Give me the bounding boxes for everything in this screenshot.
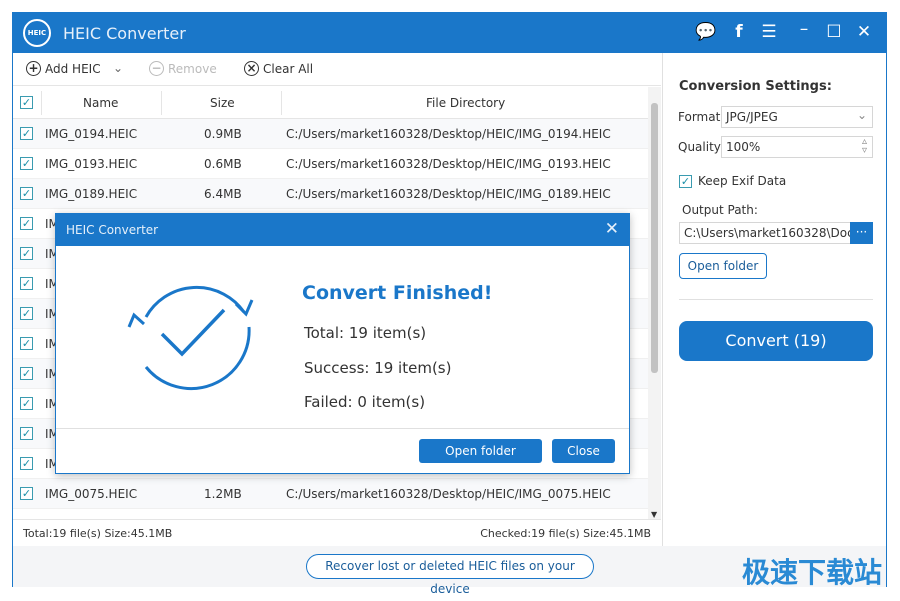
browse-button[interactable]: ··· bbox=[850, 222, 873, 244]
row-checkbox[interactable]: ✓ bbox=[20, 277, 33, 290]
table-row[interactable]: ✓ IMG_0194.HEIC 0.9MB C:/Users/market160… bbox=[13, 119, 661, 149]
add-dropdown-chevron-icon[interactable]: ⌄ bbox=[113, 61, 123, 75]
row-checkbox[interactable]: ✓ bbox=[20, 247, 33, 260]
table-row[interactable]: ✓ IMG_0075.HEIC 1.2MB C:/Users/market160… bbox=[13, 479, 661, 509]
table-row[interactable]: ✓ IMG_0189.HEIC 6.4MB C:/Users/market160… bbox=[13, 179, 661, 209]
maximize-icon[interactable]: ☐ bbox=[823, 22, 845, 42]
chat-icon[interactable]: 💬 bbox=[695, 22, 717, 42]
header-name[interactable]: Name bbox=[83, 96, 118, 110]
row-checkbox[interactable]: ✓ bbox=[20, 217, 33, 230]
x-circle-icon: × bbox=[244, 61, 259, 76]
scrollbar-thumb[interactable] bbox=[651, 103, 658, 373]
output-path-label: Output Path: bbox=[682, 203, 758, 217]
status-checked: Checked:19 file(s) Size:45.1MB bbox=[480, 527, 651, 540]
row-checkbox[interactable]: ✓ bbox=[20, 487, 33, 500]
keep-exif-checkbox[interactable]: ✓ bbox=[679, 175, 692, 188]
scrollbar[interactable]: ▼ bbox=[648, 87, 661, 519]
facebook-icon[interactable]: f bbox=[728, 22, 750, 42]
file-name: IMG_0193.HEIC bbox=[45, 157, 138, 171]
format-select[interactable]: JPG/JPEG ⌄ bbox=[721, 106, 873, 128]
add-label: Add HEIC bbox=[45, 61, 101, 76]
divider bbox=[679, 299, 873, 300]
dialog-title-bar: HEIC Converter ✕ bbox=[56, 214, 629, 246]
row-checkbox[interactable]: ✓ bbox=[20, 367, 33, 380]
dialog-close-icon[interactable]: ✕ bbox=[605, 219, 619, 239]
table-header: ✓ Name Size File Directory bbox=[13, 87, 661, 119]
chevron-down-icon: ⌄ bbox=[856, 108, 867, 122]
file-name: IMG_0075.HEIC bbox=[45, 487, 138, 501]
clear-label: Clear All bbox=[263, 61, 314, 76]
file-directory: C:/Users/market160328/Desktop/HEIC/IMG_0… bbox=[286, 127, 611, 141]
open-folder-button[interactable]: Open folder bbox=[679, 253, 767, 279]
close-icon[interactable]: ✕ bbox=[853, 22, 875, 42]
scroll-down-icon[interactable]: ▼ bbox=[651, 510, 657, 519]
app-logo: HEIC bbox=[23, 19, 51, 47]
row-checkbox[interactable]: ✓ bbox=[20, 127, 33, 140]
output-path-field[interactable]: C:\Users\market160328\Docu bbox=[679, 222, 851, 244]
menu-icon[interactable]: ☰ bbox=[758, 22, 780, 42]
dialog-failed: Failed: 0 item(s) bbox=[304, 393, 426, 411]
file-size: 0.6MB bbox=[204, 157, 242, 171]
file-size: 1.2MB bbox=[204, 487, 242, 501]
title-bar: HEIC HEIC Converter 💬 f ☰ – ☐ ✕ bbox=[13, 13, 886, 53]
remove-label: Remove bbox=[168, 61, 217, 76]
app-title: HEIC Converter bbox=[63, 24, 186, 43]
watermark: 极速下载站 bbox=[741, 556, 882, 589]
quality-label: Quality: bbox=[678, 140, 725, 154]
keep-exif-label: Keep Exif Data bbox=[698, 174, 787, 188]
remove-button[interactable]: − Remove bbox=[149, 61, 217, 76]
row-checkbox[interactable]: ✓ bbox=[20, 457, 33, 470]
output-path-value: C:\Users\market160328\Docu bbox=[684, 226, 851, 240]
select-all-checkbox[interactable]: ✓ bbox=[20, 96, 33, 109]
convert-button[interactable]: Convert (19) bbox=[679, 321, 873, 361]
status-bar: Total:19 file(s) Size:45.1MB Checked:19 … bbox=[13, 519, 661, 546]
add-heic-button[interactable]: + Add HEIC bbox=[26, 61, 101, 76]
convert-finished-dialog: HEIC Converter ✕ Convert Finished! Total:… bbox=[55, 213, 630, 474]
quality-value: 100% bbox=[726, 140, 761, 154]
format-label: Format: bbox=[678, 110, 725, 124]
toolbar: + Add HEIC ⌄ − Remove × Clear All bbox=[13, 53, 661, 86]
row-checkbox[interactable]: ✓ bbox=[20, 307, 33, 320]
dialog-total: Total: 19 item(s) bbox=[304, 324, 427, 342]
clear-all-button[interactable]: × Clear All bbox=[244, 61, 313, 76]
plus-icon: + bbox=[26, 61, 41, 76]
header-directory[interactable]: File Directory bbox=[426, 96, 505, 110]
file-size: 6.4MB bbox=[204, 187, 242, 201]
stepper-icon[interactable]: ▵ ▿ bbox=[862, 137, 867, 156]
row-checkbox[interactable]: ✓ bbox=[20, 397, 33, 410]
row-checkbox[interactable]: ✓ bbox=[20, 337, 33, 350]
quality-stepper[interactable]: 100% ▵ ▿ bbox=[721, 136, 873, 158]
table-row[interactable]: ✓ IMG_0193.HEIC 0.6MB C:/Users/market160… bbox=[13, 149, 661, 179]
dialog-title: HEIC Converter bbox=[66, 223, 159, 237]
dialog-divider bbox=[56, 428, 629, 429]
dialog-heading: Convert Finished! bbox=[302, 282, 493, 304]
row-checkbox[interactable]: ✓ bbox=[20, 427, 33, 440]
success-check-icon bbox=[127, 285, 254, 390]
minimize-icon[interactable]: – bbox=[793, 19, 815, 39]
row-checkbox[interactable]: ✓ bbox=[20, 187, 33, 200]
recover-files-link[interactable]: Recover lost or deleted HEIC files on yo… bbox=[306, 554, 594, 596]
settings-heading: Conversion Settings: bbox=[679, 79, 832, 94]
file-name: IMG_0194.HEIC bbox=[45, 127, 138, 141]
file-directory: C:/Users/market160328/Desktop/HEIC/IMG_0… bbox=[286, 487, 611, 501]
status-total: Total:19 file(s) Size:45.1MB bbox=[23, 527, 173, 540]
row-checkbox[interactable]: ✓ bbox=[20, 157, 33, 170]
dialog-open-folder-button[interactable]: Open folder bbox=[419, 439, 542, 463]
dialog-success: Success: 19 item(s) bbox=[304, 359, 452, 377]
dialog-close-button[interactable]: Close bbox=[552, 439, 615, 463]
file-name: IMG_0189.HEIC bbox=[45, 187, 138, 201]
bottom-bar: Recover lost or deleted HEIC files on yo… bbox=[13, 546, 886, 596]
header-size[interactable]: Size bbox=[210, 96, 235, 110]
settings-panel: Conversion Settings: Format: JPG/JPEG ⌄ Q… bbox=[662, 53, 887, 546]
file-size: 0.9MB bbox=[204, 127, 242, 141]
minus-icon: − bbox=[149, 61, 164, 76]
format-value: JPG/JPEG bbox=[726, 110, 778, 124]
file-directory: C:/Users/market160328/Desktop/HEIC/IMG_0… bbox=[286, 157, 611, 171]
file-directory: C:/Users/market160328/Desktop/HEIC/IMG_0… bbox=[286, 187, 611, 201]
